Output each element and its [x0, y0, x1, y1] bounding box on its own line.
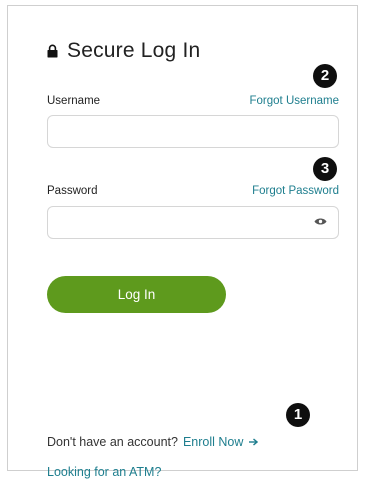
enroll-now-label: Enroll Now [182, 435, 244, 449]
forgot-username-link[interactable]: Forgot Username [250, 94, 339, 108]
page: Secure Log In 2 Username Forgot Username… [0, 0, 366, 498]
callout-badge-2: 2 [313, 64, 337, 88]
callout-badge-3: 3 [313, 157, 337, 181]
lock-icon [47, 44, 58, 58]
forgot-password-link[interactable]: Forgot Password [252, 184, 339, 198]
enroll-now-link[interactable]: Enroll Now [182, 434, 259, 450]
arrow-right-icon [249, 438, 259, 446]
password-label: Password [47, 185, 98, 197]
username-input[interactable] [47, 115, 339, 148]
page-title: Secure Log In [47, 38, 200, 64]
enroll-prompt: Don't have an account? [47, 435, 178, 449]
enroll-row: Don't have an account? Enroll Now [47, 434, 259, 450]
login-button[interactable]: Log In [47, 276, 226, 313]
callout-badge-1: 1 [286, 403, 310, 427]
atm-locator-link[interactable]: Looking for an ATM? [47, 464, 161, 480]
eye-icon[interactable] [314, 217, 327, 226]
username-label: Username [47, 95, 101, 107]
title-text: Secure Log In [67, 39, 201, 62]
password-input[interactable] [47, 206, 339, 239]
